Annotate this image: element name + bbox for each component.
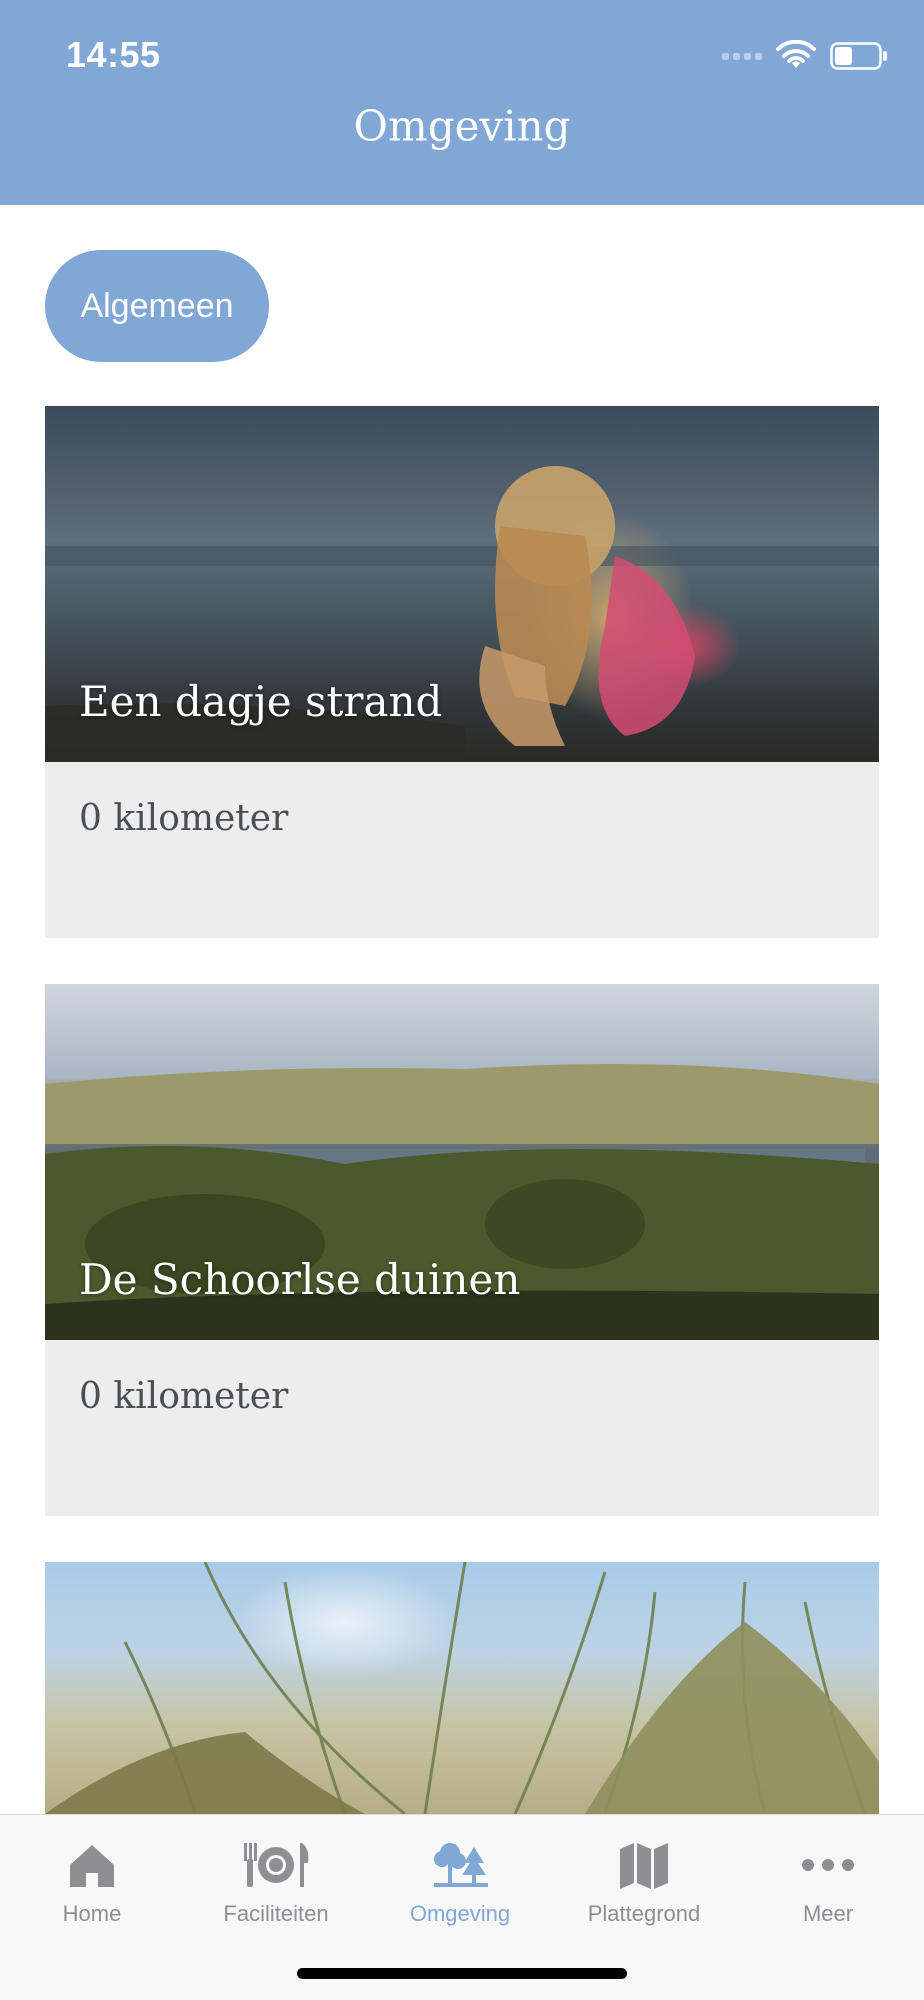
grass-illustration <box>45 1562 879 1814</box>
tab-home[interactable]: Home <box>0 1825 184 1927</box>
more-icon <box>802 1859 854 1871</box>
page-title: Omgeving <box>353 101 571 151</box>
cellular-signal-icon <box>722 52 762 60</box>
tab-faciliteiten[interactable]: Faciliteiten <box>184 1825 368 1927</box>
wifi-icon <box>776 40 816 68</box>
tab-omgeving[interactable]: Omgeving <box>368 1825 552 1927</box>
trees-icon <box>434 1843 488 1887</box>
utensils-icon <box>244 1843 309 1887</box>
header: 14:55 Omgeving <box>0 0 924 205</box>
tab-meer[interactable]: Meer <box>736 1825 920 1927</box>
tab-label-home: Home <box>62 1901 122 1926</box>
card-image-dunes: De Schoorlse duinen <box>45 984 879 1340</box>
tab-plattegrond[interactable]: Plattegrond <box>552 1825 736 1927</box>
card-title: Een dagje strand <box>79 677 443 726</box>
card-image-grass <box>45 1562 879 1814</box>
card-distance: 0 kilometer <box>45 762 879 938</box>
battery-icon <box>830 42 887 70</box>
map-icon <box>620 1843 668 1889</box>
screen: 14:55 Omgeving Algemeen Een dagje strand… <box>0 0 924 2000</box>
tab-label-omgeving: Omgeving <box>409 1901 511 1926</box>
tab-label-faciliteiten: Faciliteiten <box>223 1901 329 1926</box>
card-distance: 0 kilometer <box>45 1340 879 1516</box>
status-time: 14:55 <box>66 34 161 75</box>
card-title: De Schoorlse duinen <box>79 1255 521 1304</box>
card-de-schoorlse-duinen[interactable]: De Schoorlse duinen 0 kilometer <box>45 984 879 1516</box>
card-third[interactable] <box>45 1562 879 1814</box>
status-icons <box>722 36 888 76</box>
tab-label-meer: Meer <box>802 1901 854 1926</box>
tab-label-plattegrond: Plattegrond <box>587 1901 701 1926</box>
card-image-beach: Een dagje strand <box>45 406 879 762</box>
category-pill-algemeen[interactable]: Algemeen <box>45 250 269 362</box>
home-icon <box>70 1845 114 1887</box>
card-een-dagje-strand[interactable]: Een dagje strand 0 kilometer <box>45 406 879 938</box>
home-indicator[interactable] <box>297 1968 627 1979</box>
